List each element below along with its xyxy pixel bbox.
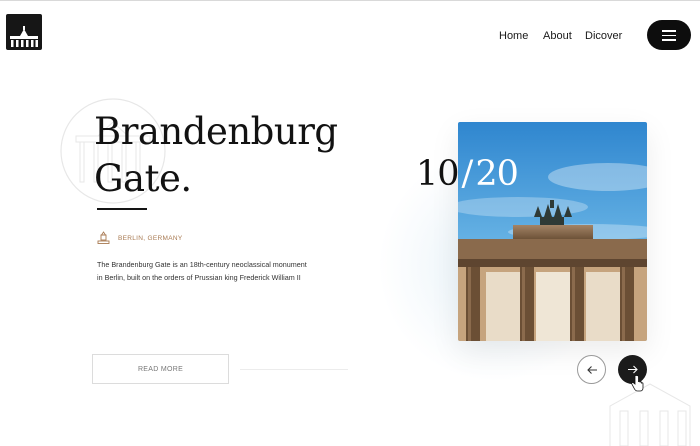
title-underline [97,208,147,210]
title-line-2: Gate. [94,157,192,200]
hamburger-icon [662,30,676,32]
page-title: Brandenburg Gate. [94,108,354,202]
background-building-emblem [609,383,691,446]
read-more-divider [240,369,348,370]
slide-separator: / [461,154,474,194]
read-more-button[interactable]: READ MORE [92,354,229,384]
slide-total: 20 [475,154,519,194]
top-divider [0,0,700,1]
gate-logo-icon [10,26,38,47]
description-text: The Brandenburg Gate is an 18th-century … [97,260,307,282]
prev-slide-button[interactable] [577,355,606,384]
slide-current: 10 [416,154,460,194]
location-label: BERLIN, GERMANY [118,235,183,242]
nav-item-home[interactable]: Home [499,30,528,42]
slide-counter: 10/20 [416,152,519,196]
site-logo[interactable] [6,14,42,50]
hand-cursor-icon [631,375,644,392]
monument-pin-icon [97,231,110,244]
nav-item-discover[interactable]: Dicover [585,30,622,42]
title-line-1: Brandenburg [94,110,338,153]
arrow-left-icon [587,366,597,374]
menu-button[interactable] [647,20,691,50]
nav-item-about[interactable]: About [543,30,572,42]
